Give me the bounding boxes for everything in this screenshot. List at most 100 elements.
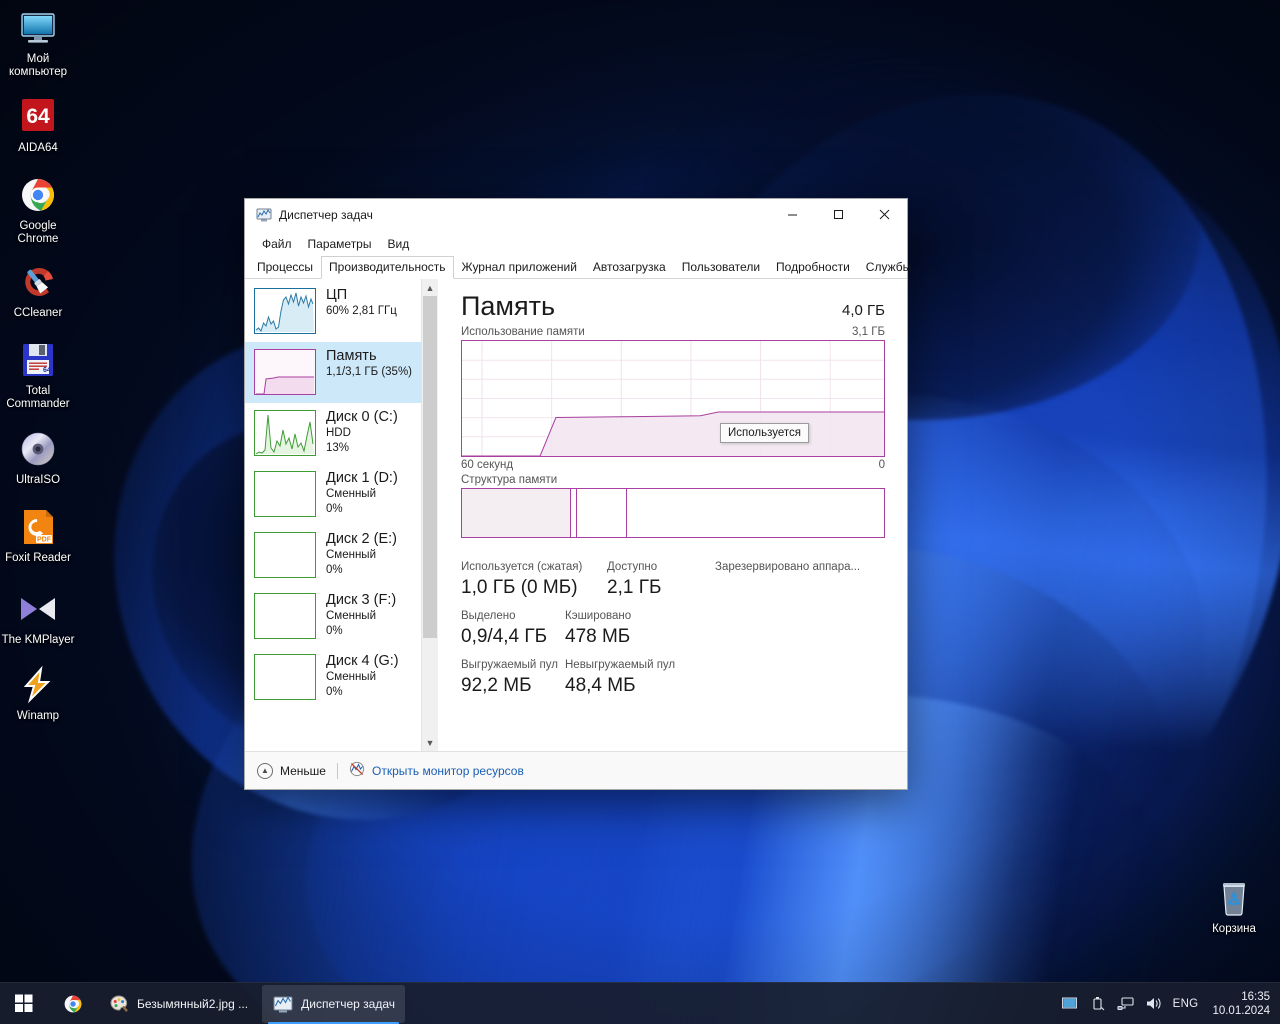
scroll-up-icon[interactable]: ▲	[422, 279, 438, 296]
sidebar-item-disk-0[interactable]: Диск 0 (C:) HDD 13%	[245, 403, 438, 464]
sidebar-item-name: Диск 2 (E:)	[326, 531, 397, 547]
language-indicator[interactable]: ENG	[1173, 998, 1199, 1010]
desktop-icon-my-computer[interactable]: Мой компьютер	[0, 6, 76, 79]
stat-value: 2,1 ГБ	[607, 577, 662, 598]
taskbar[interactable]: Безымянный2.jpg ... Диспетчер задач ENG …	[0, 982, 1280, 1024]
sidebar-item-disk-3[interactable]: Диск 3 (F:) Сменный 0%	[245, 586, 438, 647]
desktop-icon-total-commander[interactable]: 64 Total Commander	[0, 338, 76, 411]
sidebar-item-sub2: 13%	[326, 442, 350, 454]
sidebar-item-name: ЦП	[326, 287, 348, 303]
clock-date: 10.01.2024	[1212, 1004, 1270, 1017]
volume-icon[interactable]	[1145, 995, 1163, 1013]
taskbar-item-label: Диспетчер задач	[301, 996, 395, 1011]
tab-details[interactable]: Подробности	[768, 256, 858, 279]
window-controls	[769, 199, 907, 231]
stat-label: Используется (сжатая)	[461, 561, 583, 573]
start-button[interactable]	[2, 985, 48, 1023]
desktop-icon-foxit-reader[interactable]: PDF Foxit Reader	[0, 505, 76, 565]
task-manager-window[interactable]: Диспетчер задач Файл Параметры Вид Проце…	[244, 198, 911, 790]
sidebar-scrollbar[interactable]: ▲ ▼	[421, 279, 438, 751]
taskbar-item-chrome[interactable]	[52, 985, 94, 1023]
tab-startup[interactable]: Автозагрузка	[585, 256, 674, 279]
disk1-sparkline	[254, 471, 316, 517]
memory-composition-bar[interactable]	[461, 488, 885, 538]
clock-time: 16:35	[1241, 990, 1270, 1003]
clock[interactable]: 16:35 10.01.2024	[1212, 990, 1270, 1018]
network-icon[interactable]	[1117, 995, 1135, 1013]
desktop-icon-label: Foxit Reader	[5, 552, 71, 564]
recycle-bin-icon	[1212, 876, 1256, 920]
scrollbar-thumb[interactable]	[423, 296, 437, 638]
system-tray: ENG 16:35 10.01.2024	[1061, 983, 1280, 1024]
window-title-bar[interactable]: Диспетчер задач	[245, 199, 907, 231]
composition-segment-in-use[interactable]	[462, 489, 570, 537]
taskbar-item-task-manager[interactable]: Диспетчер задач	[262, 984, 405, 1024]
tab-processes[interactable]: Процессы	[249, 256, 321, 279]
menu-item-view[interactable]: Вид	[379, 234, 417, 254]
composition-segment-standby[interactable]	[575, 489, 627, 537]
desktop-icon-recycle-bin[interactable]: Корзина	[1196, 876, 1272, 936]
performance-sidebar: ЦП 60% 2,81 ГГц Память 1,1/3,1 ГБ (35%) …	[245, 279, 439, 751]
display-icon[interactable]	[1061, 995, 1079, 1013]
scroll-down-icon[interactable]: ▼	[422, 734, 438, 751]
desktop-icon-label: The KMPlayer	[1, 634, 75, 646]
sidebar-item-name: Диск 1 (D:)	[326, 470, 398, 486]
aida64-icon: 64	[16, 95, 60, 139]
desktop-icon-aida64[interactable]: 64 AIDA64	[0, 95, 76, 155]
my-computer-icon	[16, 6, 60, 50]
chart-axis-labels: 60 секунд 0	[461, 459, 885, 471]
taskbar-item-paint[interactable]: Безымянный2.jpg ...	[98, 985, 258, 1023]
sidebar-item-memory[interactable]: Память 1,1/3,1 ГБ (35%)	[245, 342, 438, 403]
page-title: Память	[461, 291, 556, 321]
sidebar-item-sub: HDD	[326, 427, 351, 439]
menu-bar[interactable]: Файл Параметры Вид	[245, 231, 907, 256]
axis-label-right: 0	[878, 459, 885, 471]
fewer-details-button[interactable]: ▲ Меньше	[257, 762, 326, 779]
sidebar-item-meta: Диск 1 (D:) Сменный 0%	[326, 469, 398, 517]
menu-item-options[interactable]: Параметры	[300, 234, 380, 254]
open-resource-monitor-link[interactable]: Открыть монитор ресурсов	[349, 761, 524, 780]
menu-item-file[interactable]: Файл	[254, 234, 300, 254]
sidebar-item-disk-2[interactable]: Диск 2 (E:) Сменный 0%	[245, 525, 438, 586]
close-button[interactable]	[861, 199, 907, 231]
tab-app-history[interactable]: Журнал приложений	[454, 256, 585, 279]
kmplayer-icon	[16, 587, 60, 631]
desktop-icon-google-chrome[interactable]: Google Chrome	[0, 173, 76, 246]
total-memory-value: 4,0 ГБ	[842, 302, 885, 319]
sidebar-item-disk-4[interactable]: Диск 4 (G:) Сменный 0%	[245, 647, 438, 708]
taskbar-buttons: Безымянный2.jpg ... Диспетчер задач	[0, 983, 407, 1024]
tab-performance[interactable]: Производительность	[321, 256, 454, 279]
sidebar-item-cpu[interactable]: ЦП 60% 2,81 ГГц	[245, 281, 438, 342]
tab-users[interactable]: Пользователи	[674, 256, 768, 279]
tab-bar[interactable]: Процессы Производительность Журнал прило…	[245, 256, 911, 279]
stats-row: Выделено 0,9/4,4 ГБ Кэшировано 478 МБ	[461, 609, 885, 650]
memory-usage-chart[interactable]: Используется	[461, 340, 885, 457]
usb-eject-icon[interactable]	[1089, 995, 1107, 1013]
stat-value: 1,0 ГБ (0 МБ)	[461, 577, 578, 598]
resource-monitor-label: Открыть монитор ресурсов	[371, 763, 524, 778]
desktop-icon-label: CCleaner	[13, 307, 63, 319]
fewer-details-label: Меньше	[280, 763, 326, 778]
desktop-icon-ultraiso[interactable]: UltraISO	[0, 427, 76, 487]
stat-hardware-reserved: Зарезервировано аппара...	[715, 560, 860, 601]
disk2-sparkline	[254, 532, 316, 578]
tab-services[interactable]: Службы	[858, 256, 919, 279]
window-footer: ▲ Меньше Открыть монитор ресурсов	[245, 751, 907, 789]
stat-label: Доступно	[607, 561, 658, 573]
graph-caption-right: 3,1 ГБ	[852, 326, 885, 338]
sidebar-item-sub2: 0%	[326, 625, 343, 637]
sidebar-item-name: Диск 3 (F:)	[326, 592, 397, 608]
maximize-button[interactable]	[815, 199, 861, 231]
sidebar-item-name: Диск 4 (G:)	[326, 653, 399, 669]
desktop-icon-list: Мой компьютер 64 AIDA64 Google Chrome CC…	[0, 6, 80, 737]
sidebar-item-sub2: 0%	[326, 503, 343, 515]
task-manager-icon	[272, 993, 294, 1015]
minimize-button[interactable]	[769, 199, 815, 231]
composition-segment-free[interactable]	[626, 489, 884, 537]
scrollbar-track[interactable]	[422, 296, 438, 734]
foxit-reader-icon: PDF	[16, 505, 60, 549]
desktop-icon-kmplayer[interactable]: The KMPlayer	[0, 587, 76, 647]
desktop-icon-winamp[interactable]: Winamp	[0, 663, 76, 723]
sidebar-item-disk-1[interactable]: Диск 1 (D:) Сменный 0%	[245, 464, 438, 525]
desktop-icon-ccleaner[interactable]: CCleaner	[0, 260, 76, 320]
